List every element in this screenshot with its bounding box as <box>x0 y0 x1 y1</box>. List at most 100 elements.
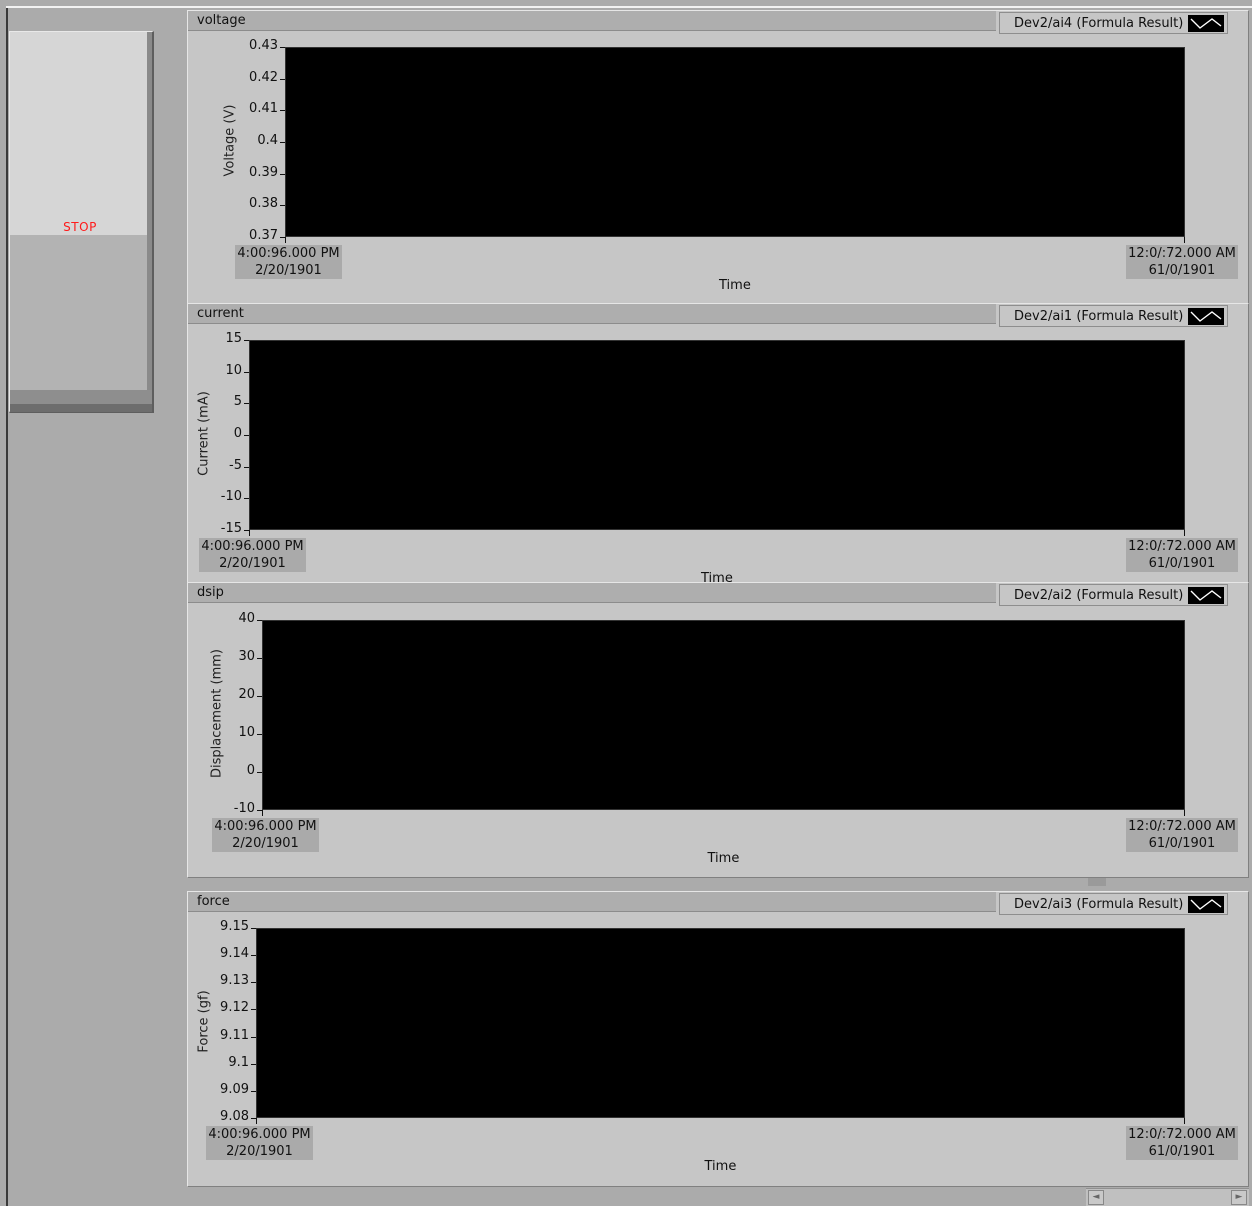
y-tick-label: 9.14 <box>220 946 249 962</box>
y-tick-label: 0 <box>246 763 255 778</box>
y-tick-mark <box>251 1009 256 1011</box>
y-tick-label: -10 <box>220 489 242 505</box>
y-tick-mark <box>280 110 285 112</box>
x-axis-end-time[interactable]: 12:0/:72.000 AM 61/0/1901 <box>1126 538 1238 572</box>
y-tick-label: -10 <box>233 801 255 816</box>
x-start-time-line: 4:00:96.000 PM <box>237 246 340 261</box>
scroll-left-button[interactable]: ◄ <box>1088 1190 1104 1205</box>
y-tick-mark <box>257 620 262 621</box>
plot-legend[interactable]: Dev2/ai4 (Formula Result) <box>999 12 1228 34</box>
x-start-date-line: 2/20/1901 <box>226 1144 293 1159</box>
x-tick-mark-start <box>262 810 263 816</box>
x-axis-end-time[interactable]: 12:0/:72.000 AM 61/0/1901 <box>1126 245 1238 279</box>
plot-legend-swatch-icon[interactable] <box>1188 15 1224 32</box>
plot-legend[interactable]: Dev2/ai2 (Formula Result) <box>999 584 1228 606</box>
y-tick-mark <box>257 772 262 773</box>
y-tick-mark <box>257 734 262 735</box>
plot-legend-label: Dev2/ai4 (Formula Result) <box>1014 16 1184 31</box>
plot-area[interactable] <box>249 340 1185 530</box>
x-axis-start-time[interactable]: 4:00:96.000 PM 2/20/1901 <box>235 245 342 279</box>
x-start-time-line: 4:00:96.000 PM <box>214 819 317 834</box>
plot-legend-label: Dev2/ai2 (Formula Result) <box>1014 588 1184 603</box>
y-tick-mark <box>251 982 256 984</box>
y-tick-mark <box>280 205 285 207</box>
y-tick-label: 9.11 <box>220 1027 249 1043</box>
plot-legend-swatch-icon[interactable] <box>1188 587 1224 604</box>
plot-area[interactable] <box>262 620 1185 810</box>
plot-legend-swatch-icon[interactable] <box>1188 308 1224 325</box>
x-axis-start-time[interactable]: 4:00:96.000 PM 2/20/1901 <box>212 818 319 852</box>
horizontal-scrollbar[interactable]: ◄ ► <box>1086 1188 1249 1206</box>
y-tick-label: 0.38 <box>249 196 278 212</box>
y-tick-mark <box>244 340 249 341</box>
x-start-time-line: 4:00:96.000 PM <box>208 1127 311 1142</box>
y-tick-label: 9.15 <box>220 919 249 934</box>
y-tick-mark <box>251 1090 256 1092</box>
stop-button-bevel-bottom <box>10 390 152 404</box>
labview-front-panel: STOP voltage Dev2/ai4 (Formula Result) Vol… <box>0 0 1252 1206</box>
y-tick-label: 10 <box>238 725 255 740</box>
x-start-date-line: 2/20/1901 <box>219 556 286 571</box>
x-end-date-line: 61/0/1901 <box>1148 263 1216 278</box>
x-axis-label: Time <box>719 278 751 293</box>
plot-legend-swatch-icon[interactable] <box>1188 896 1224 913</box>
y-tick-mark <box>244 435 249 436</box>
y-tick-label: 0.37 <box>249 228 278 243</box>
y-tick-label: 0.41 <box>249 101 278 117</box>
window-border-top <box>6 6 1252 8</box>
chart-title-bar: voltage <box>188 11 996 31</box>
y-tick-mark <box>251 928 256 929</box>
y-tick-mark <box>244 371 249 373</box>
x-axis-end-time[interactable]: 12:0/:72.000 AM 61/0/1901 <box>1126 818 1238 852</box>
scroll-right-button[interactable]: ► <box>1231 1190 1247 1205</box>
y-tick-mark <box>257 696 262 697</box>
y-tick-label: -15 <box>220 521 242 536</box>
plot-area[interactable] <box>256 928 1185 1118</box>
x-axis-start-time[interactable]: 4:00:96.000 PM 2/20/1901 <box>206 1126 313 1160</box>
x-end-date-line: 61/0/1901 <box>1148 836 1216 851</box>
y-tick-mark <box>244 498 249 500</box>
x-tick-mark-start <box>249 530 250 536</box>
x-tick-mark-start <box>285 237 286 243</box>
y-tick-label: 9.09 <box>220 1081 249 1097</box>
plot-legend[interactable]: Dev2/ai3 (Formula Result) <box>999 893 1228 915</box>
y-tick-label: -5 <box>229 457 242 473</box>
x-start-date-line: 2/20/1901 <box>255 263 322 278</box>
x-end-time-line: 12:0/:72.000 AM <box>1128 246 1236 261</box>
y-tick-mark <box>280 47 285 48</box>
plot-legend-label: Dev2/ai1 (Formula Result) <box>1014 309 1184 324</box>
x-axis-end-time[interactable]: 12:0/:72.000 AM 61/0/1901 <box>1126 1126 1238 1160</box>
y-tick-label: 9.13 <box>220 973 249 989</box>
y-axis-label: Force (gf) <box>196 990 212 1053</box>
chart-title-bar: dsip <box>188 583 996 603</box>
stop-button-bevel-right <box>147 32 152 392</box>
x-end-time-line: 12:0/:72.000 AM <box>1128 539 1236 554</box>
x-end-date-line: 61/0/1901 <box>1148 1144 1216 1159</box>
y-tick-label: 10 <box>225 362 242 378</box>
y-tick-label: 0.39 <box>249 164 278 180</box>
chart-title: dsip <box>197 585 224 600</box>
resize-grip[interactable] <box>1088 878 1106 886</box>
x-end-date-line: 61/0/1901 <box>1148 556 1216 571</box>
y-tick-mark <box>280 173 285 175</box>
stop-button-bevel-shadow <box>10 404 152 412</box>
y-tick-label: 40 <box>238 611 255 626</box>
plot-area[interactable] <box>285 47 1185 237</box>
chart-title: current <box>197 306 244 321</box>
y-axis-label: Displacement (mm) <box>209 649 225 778</box>
stop-button[interactable]: STOP <box>9 31 154 413</box>
plot-legend-label: Dev2/ai3 (Formula Result) <box>1014 897 1184 912</box>
x-axis-start-time[interactable]: 4:00:96.000 PM 2/20/1901 <box>199 538 306 572</box>
chart-title: force <box>197 894 230 909</box>
window-border-left <box>6 6 8 1206</box>
plot-legend[interactable]: Dev2/ai1 (Formula Result) <box>999 305 1228 327</box>
y-tick-label: 20 <box>238 687 255 702</box>
y-tick-label: 0.42 <box>249 69 278 85</box>
y-tick-label: 0.4 <box>257 133 278 148</box>
stop-button-label: STOP <box>63 220 97 234</box>
y-tick-mark <box>257 658 262 659</box>
chart-title-bar: force <box>188 892 996 912</box>
y-tick-label: 9.1 <box>228 1054 249 1070</box>
chart-title: voltage <box>197 13 246 28</box>
chart-panel-0: voltage Dev2/ai4 (Formula Result) Voltage … <box>187 10 1249 304</box>
